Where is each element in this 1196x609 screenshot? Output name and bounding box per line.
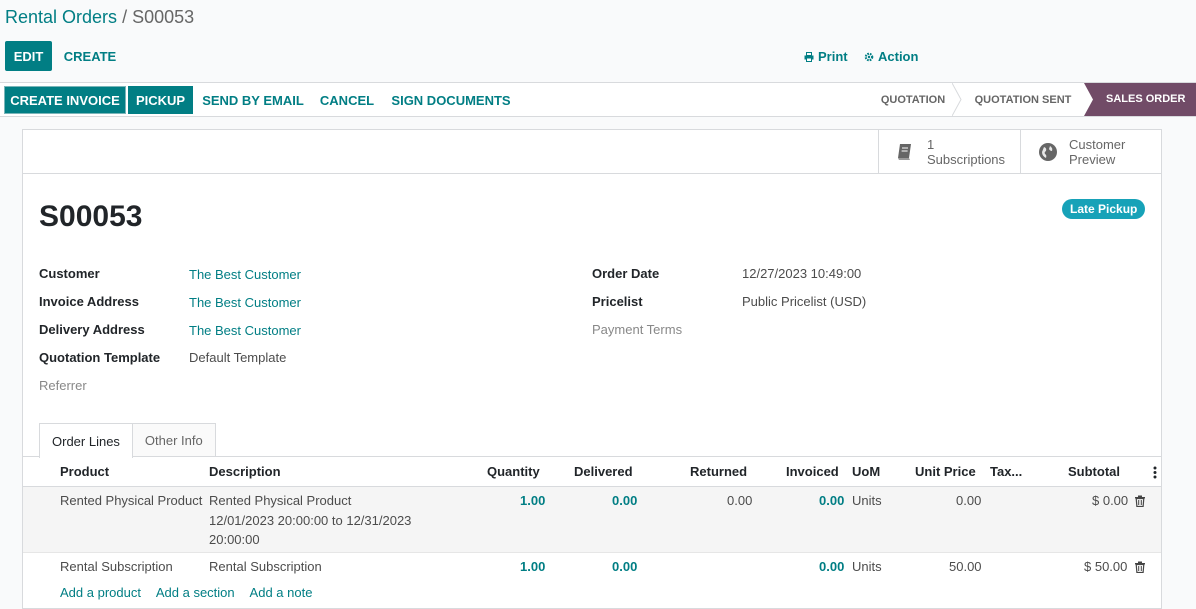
trash-icon[interactable] <box>1134 561 1146 573</box>
sign-documents-button[interactable]: SIGN DOCUMENTS <box>388 86 514 114</box>
row-unit-price[interactable]: 0.00 <box>956 493 981 508</box>
order-date-label: Order Date <box>592 266 660 281</box>
late-pickup-badge: Late Pickup <box>1062 199 1146 219</box>
row-quantity[interactable]: 1.00 <box>520 493 545 508</box>
tab-other-info[interactable]: Other Info <box>131 423 216 457</box>
invoice-address-label: Invoice Address <box>39 294 139 309</box>
row-invoiced[interactable]: 0.00 <box>819 559 844 574</box>
smart-button-box: 1 Subscriptions Customer Preview <box>23 130 1161 174</box>
send-by-email-button[interactable]: SEND BY EMAIL <box>200 86 306 114</box>
delivery-address-label: Delivery Address <box>39 322 145 337</box>
customer-label: Customer <box>39 266 100 281</box>
row-description[interactable]: Rented Physical Product 12/01/2023 20:00… <box>209 491 449 550</box>
col-unit-price[interactable]: Unit Price <box>915 464 976 479</box>
col-uom[interactable]: UoM <box>852 464 880 479</box>
row-subtotal: $ 50.00 <box>1084 559 1128 574</box>
statusbar: CREATE INVOICE PICKUP SEND BY EMAIL CANC… <box>0 82 1196 117</box>
breadcrumb: Rental Orders / S00053 <box>5 7 194 28</box>
stage-quotation-sent[interactable]: QUOTATION SENT <box>962 83 1084 116</box>
order-lines-table: Product Description Quantity Delivered R… <box>23 456 1161 600</box>
add-section-link[interactable]: Add a section <box>156 585 235 600</box>
breadcrumb-rental-orders-link[interactable]: Rental Orders <box>5 7 117 27</box>
row-uom[interactable]: Units <box>852 493 882 508</box>
notebook-tabs: Order Lines Other Info <box>39 423 216 458</box>
globe-icon <box>1037 141 1059 163</box>
row-description-line2: 12/01/2023 20:00:00 to 12/31/2023 <box>209 512 412 528</box>
customer-preview-smart-button[interactable]: Customer Preview <box>1020 130 1162 174</box>
optional-columns-icon[interactable] <box>1153 466 1157 479</box>
delivery-address-field[interactable]: The Best Customer <box>189 323 301 338</box>
gear-icon <box>864 52 874 61</box>
invoice-address-field[interactable]: The Best Customer <box>189 295 301 310</box>
stage-quotation-label: QUOTATION <box>880 93 946 106</box>
customer-preview-line2: Preview <box>1069 152 1116 167</box>
quotation-template-label: Quotation Template <box>39 350 161 365</box>
subscriptions-count: 1 <box>927 137 935 152</box>
order-title: S00053 <box>39 200 143 233</box>
add-line-links: Add a product Add a section Add a note <box>60 585 324 600</box>
customer-preview-line1: Customer <box>1069 137 1126 152</box>
stage-sales-order-label: SALES ORDER <box>1106 93 1186 105</box>
breadcrumb-separator: / <box>122 7 128 27</box>
action-label: Action <box>878 49 919 64</box>
customer-field[interactable]: The Best Customer <box>189 267 301 282</box>
add-product-link[interactable]: Add a product <box>60 585 141 600</box>
col-product[interactable]: Product <box>60 464 109 479</box>
table-row[interactable]: Rental Subscription Rental Subscription … <box>23 553 1161 581</box>
row-delivered[interactable]: 0.00 <box>612 493 637 508</box>
col-subtotal[interactable]: Subtotal <box>1068 464 1120 479</box>
edit-button[interactable]: EDIT <box>5 41 52 71</box>
stage-quotation[interactable]: QUOTATION <box>866 83 960 116</box>
row-uom[interactable]: Units <box>852 559 882 574</box>
row-description-line1: Rented Physical Product <box>209 493 352 508</box>
form-sheet: 1 Subscriptions Customer Preview S00053 … <box>22 129 1162 609</box>
book-icon <box>895 141 917 163</box>
stage-sales-order[interactable]: SALES ORDER <box>1084 83 1196 116</box>
trash-icon[interactable] <box>1134 495 1146 507</box>
stage-pipeline: QUOTATION QUOTATION SENT SALES ORDER <box>866 83 1196 116</box>
col-returned[interactable]: Returned <box>690 464 747 479</box>
tab-order-lines[interactable]: Order Lines <box>39 423 133 458</box>
table-row[interactable]: Rented Physical Product Rented Physical … <box>23 487 1161 553</box>
quotation-template-field[interactable]: Default Template <box>189 350 286 365</box>
action-dropdown[interactable]: Action <box>864 49 918 64</box>
row-description-line3: 20:00:00 <box>209 532 260 547</box>
row-unit-price[interactable]: 50.00 <box>949 559 982 574</box>
print-dropdown[interactable]: Print <box>804 49 848 64</box>
print-icon <box>804 51 814 62</box>
breadcrumb-current: S00053 <box>132 7 195 27</box>
pricelist-label: Pricelist <box>592 294 643 309</box>
pricelist-field[interactable]: Public Pricelist (USD) <box>742 294 866 309</box>
row-subtotal: $ 0.00 <box>1092 493 1129 508</box>
row-quantity[interactable]: 1.00 <box>520 559 545 574</box>
col-delivered[interactable]: Delivered <box>574 464 633 479</box>
col-description[interactable]: Description <box>209 464 281 479</box>
payment-terms-label: Payment Terms <box>592 322 683 337</box>
table-header: Product Description Quantity Delivered R… <box>23 457 1161 487</box>
col-taxes[interactable]: Tax... <box>990 464 1022 479</box>
create-button[interactable]: CREATE <box>60 41 120 71</box>
subscriptions-smart-button[interactable]: 1 Subscriptions <box>878 130 1020 174</box>
subscriptions-label: Subscriptions <box>927 152 1006 167</box>
stage-quotation-sent-label: QUOTATION SENT <box>974 93 1072 106</box>
row-product[interactable]: Rental Subscription <box>60 559 173 574</box>
print-label: Print <box>818 49 848 64</box>
row-description[interactable]: Rental Subscription <box>209 559 322 574</box>
add-note-link[interactable]: Add a note <box>250 585 313 600</box>
col-invoiced[interactable]: Invoiced <box>786 464 839 479</box>
row-invoiced[interactable]: 0.00 <box>819 493 844 508</box>
row-delivered[interactable]: 0.00 <box>612 559 637 574</box>
cancel-button[interactable]: CANCEL <box>316 86 378 114</box>
order-date-field[interactable]: 12/27/2023 10:49:00 <box>742 266 861 281</box>
row-product[interactable]: Rented Physical Product <box>60 493 202 508</box>
pickup-button[interactable]: PICKUP <box>128 86 193 114</box>
col-quantity[interactable]: Quantity <box>487 464 540 479</box>
referrer-label: Referrer <box>39 378 87 393</box>
row-returned[interactable]: 0.00 <box>727 493 752 508</box>
create-invoice-button[interactable]: CREATE INVOICE <box>4 86 126 114</box>
